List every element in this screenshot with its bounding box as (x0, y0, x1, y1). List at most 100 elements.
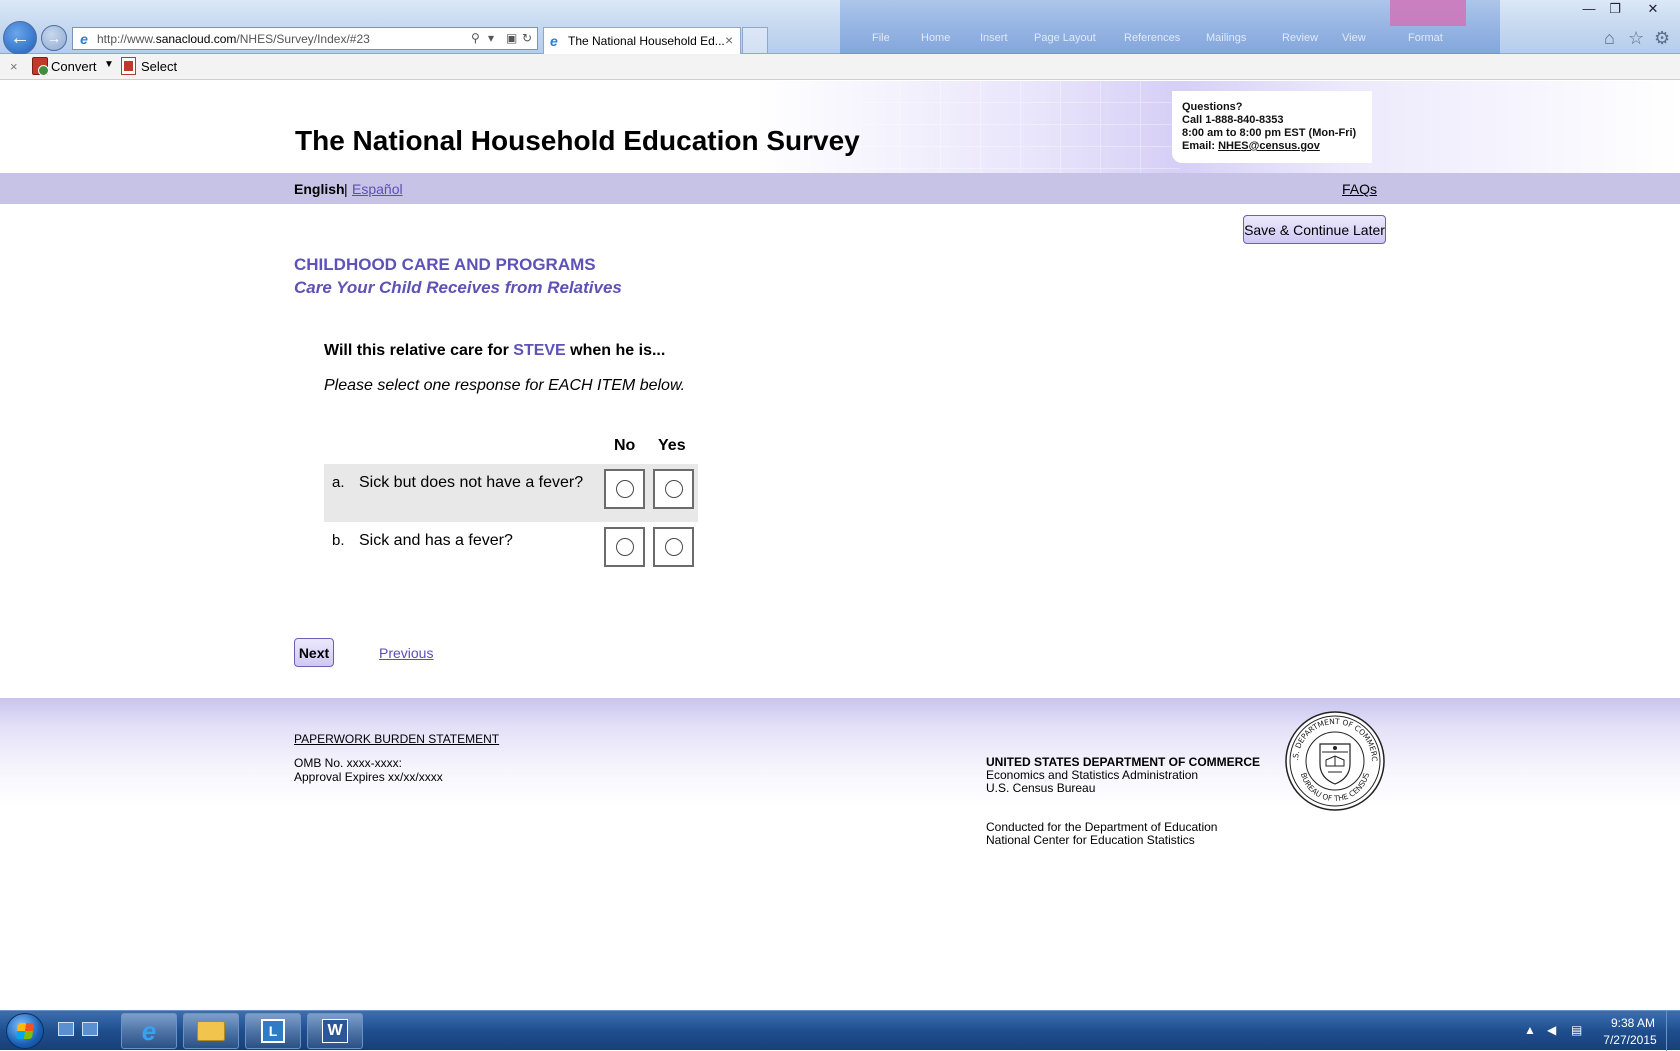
item-letter: b. (332, 532, 345, 549)
radio-circle-icon[interactable] (664, 538, 683, 556)
show-desktop-quick-icon[interactable] (58, 1022, 74, 1036)
question-text: Will this relative care for STEVE when h… (324, 342, 665, 360)
faqs-link[interactable]: FAQs (1342, 181, 1377, 197)
select-button[interactable]: Select (141, 59, 177, 74)
forward-button[interactable]: → (41, 25, 67, 51)
item-label: Sick and has a fever? (359, 532, 513, 549)
contact-email-link[interactable]: NHES@census.gov (1218, 140, 1320, 152)
folder-icon (197, 1021, 225, 1041)
question-prefix: Will this relative care for (324, 342, 514, 359)
background-menu-item: File (872, 32, 890, 44)
background-menu-item: Format (1408, 32, 1443, 44)
address-url[interactable]: http://www.sanacloud.com/NHES/Survey/Ind… (97, 32, 370, 46)
radio-circle-icon[interactable] (615, 538, 634, 556)
close-toolbar-icon[interactable]: × (10, 59, 18, 74)
radio-circle-icon[interactable] (664, 480, 683, 498)
switch-windows-icon[interactable] (82, 1022, 98, 1036)
header-decoration (860, 81, 1180, 173)
clock-date[interactable]: 7/27/2015 (1600, 1033, 1660, 1047)
close-window-icon[interactable]: ✕ (1640, 0, 1666, 18)
compatibility-view-icon[interactable]: ▣ (506, 31, 517, 45)
taskbar-ie-button[interactable]: e (121, 1013, 177, 1049)
language-separator: | (344, 181, 348, 197)
background-menu-item: Review (1282, 32, 1319, 44)
question-item-row: a. Sick but does not have a fever? (324, 464, 698, 522)
background-menu-item: Insert (980, 32, 1008, 44)
radio-no-item-b[interactable] (604, 527, 645, 567)
department-info: UNITED STATES DEPARTMENT OF COMMERCE Eco… (986, 756, 1260, 795)
pdf-convert-icon[interactable] (32, 57, 49, 76)
radio-circle-icon[interactable] (615, 480, 634, 498)
minimize-icon[interactable]: — (1576, 0, 1602, 18)
question-suffix: when he is... (565, 342, 666, 359)
background-menu-item: References (1124, 32, 1181, 44)
census-seal-icon: U.S. DEPARTMENT OF COMMERCE BUREAU OF TH… (1284, 710, 1385, 811)
tab-title: The National Household Ed... (568, 34, 725, 48)
show-desktop-button[interactable] (1666, 1011, 1680, 1051)
department-line: U.S. Census Bureau (986, 781, 1096, 795)
start-button[interactable] (6, 1013, 44, 1049)
ie-tab-icon: e (550, 33, 558, 49)
item-letter: a. (332, 474, 345, 491)
header-banner: The National Household Education Survey … (0, 81, 1680, 173)
internet-explorer-icon: e (141, 1015, 157, 1046)
taskbar-word-button[interactable]: W (307, 1013, 363, 1049)
clock-time[interactable]: 9:38 AM (1606, 1016, 1660, 1030)
windows-taskbar: e L W ▲ ◀ ▤ 9:38 AM 7/27/2015 (0, 1010, 1680, 1051)
background-menu-item: Page Layout (1034, 32, 1096, 44)
contact-hours: 8:00 am to 8:00 pm EST (Mon-Fri) (1182, 127, 1357, 139)
section-subtitle: Care Your Child Receives from Relatives (294, 278, 622, 297)
volume-icon[interactable]: ◀ (1547, 1023, 1556, 1037)
background-menu-item: Mailings (1206, 32, 1247, 44)
radio-yes-item-b[interactable] (653, 527, 694, 567)
arrow-left-icon: ← (10, 26, 30, 49)
taskbar-lync-button[interactable]: L (245, 1013, 301, 1049)
address-bar[interactable]: e http://www.sanacloud.com/NHES/Survey/I… (72, 27, 538, 50)
conducted-line: National Center for Education Statistics (986, 833, 1195, 847)
browser-chrome: File Home Insert Page Layout References … (0, 0, 1680, 80)
page-title: The National Household Education Survey (295, 125, 860, 156)
dropdown-arrow-icon[interactable]: ▾ (488, 31, 494, 45)
browser-tab-active[interactable]: e The National Household Ed... × (543, 27, 741, 54)
url-path: /NHES/Survey/Index/#23 (236, 32, 370, 46)
background-menu-item: Home (921, 32, 951, 44)
pdf-select-icon[interactable] (121, 57, 136, 75)
previous-link[interactable]: Previous (379, 645, 433, 661)
browser-titlebar: File Home Insert Page Layout References … (0, 0, 1680, 55)
omb-number: OMB No. xxxx-xxxx: (294, 756, 403, 770)
contact-heading: Questions? (1182, 101, 1243, 113)
dropdown-arrow-icon[interactable]: ▼ (104, 59, 114, 70)
new-tab-button[interactable] (742, 27, 768, 53)
home-icon[interactable]: ⌂ (1604, 28, 1615, 49)
question-instruction: Please select one response for EACH ITEM… (324, 377, 686, 394)
restore-icon[interactable]: ❐ (1602, 0, 1628, 18)
search-icon[interactable]: ⚲ (471, 31, 480, 45)
section-title: CHILDHOOD CARE AND PROGRAMS (294, 255, 596, 274)
radio-yes-item-a[interactable] (653, 469, 694, 509)
close-tab-icon[interactable]: × (725, 32, 733, 48)
back-button[interactable]: ← (3, 21, 37, 55)
column-header-yes: Yes (658, 437, 686, 454)
survey-page: The National Household Education Survey … (0, 81, 1680, 1010)
language-english: English (294, 181, 345, 197)
contact-phone: Call 1-888-840-8353 (1182, 114, 1284, 126)
paperwork-burden-link[interactable]: PAPERWORK BURDEN STATEMENT (294, 732, 499, 746)
tools-gear-icon[interactable]: ⚙ (1654, 28, 1670, 49)
taskbar-explorer-button[interactable] (183, 1013, 239, 1049)
network-icon[interactable]: ▤ (1571, 1023, 1582, 1037)
url-prefix: http://www. (97, 32, 156, 46)
lync-icon: L (261, 1019, 285, 1043)
refresh-icon[interactable]: ↻ (522, 31, 532, 45)
contact-email-line: Email: NHES@census.gov (1182, 140, 1372, 153)
next-button[interactable]: Next (294, 638, 334, 667)
background-menu-item: View (1342, 32, 1366, 44)
show-hidden-icons-icon[interactable]: ▲ (1524, 1023, 1536, 1037)
background-window-highlight (1390, 0, 1466, 26)
favorites-star-icon[interactable]: ☆ (1628, 28, 1644, 49)
save-continue-later-button[interactable]: Save & Continue Later (1243, 215, 1386, 244)
conducted-for-info: Conducted for the Department of Educatio… (986, 821, 1217, 847)
language-bar: English | Español FAQs (0, 173, 1680, 204)
convert-button[interactable]: Convert (51, 59, 97, 74)
language-espanol-link[interactable]: Español (352, 181, 403, 197)
radio-no-item-a[interactable] (604, 469, 645, 509)
